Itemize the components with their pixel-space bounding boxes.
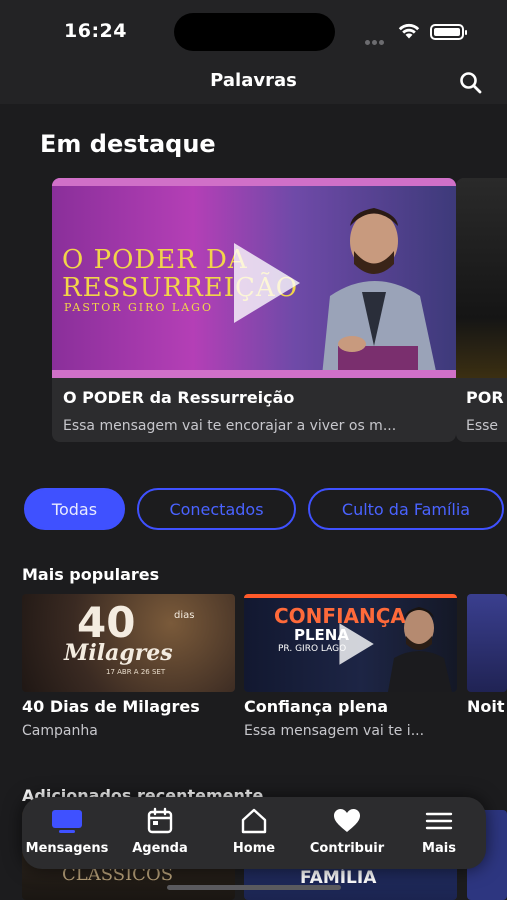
featured-card-description: Essa mensagem vai te encorajar a viver o… [63, 418, 397, 434]
popular-thumbnail: 40 dias Milagres 17 ABR A 26 SET [22, 594, 235, 692]
featured-card-description: Esse [466, 418, 499, 434]
popular-card-description: Campanha [22, 723, 98, 739]
tab-label: Home [232, 841, 276, 856]
tab-home[interactable]: Home [209, 807, 299, 863]
featured-card[interactable]: POR Esse [456, 178, 507, 442]
popular-card[interactable]: 40 dias Milagres 17 ABR A 26 SET 40 Dias… [22, 594, 235, 744]
poster-date: 17 ABR A 26 SET [106, 668, 166, 676]
tab-label: Contribuir [309, 841, 385, 856]
poster-small-text: dias [174, 610, 195, 621]
preacher-image [388, 607, 452, 692]
status-bar: 16:24 [0, 0, 507, 62]
signal-icon [365, 30, 389, 45]
search-icon[interactable] [456, 68, 486, 98]
wifi-icon [398, 23, 420, 39]
featured-thumbnail [456, 178, 507, 378]
featured-card-title: O PODER da Ressurreição [63, 388, 295, 407]
play-icon[interactable] [212, 233, 312, 333]
popular-thumbnail [467, 594, 507, 692]
tab-label: Mais [422, 841, 456, 856]
tab-contribuir[interactable]: Contribuir [302, 807, 392, 863]
status-time: 16:24 [64, 20, 127, 42]
popular-card-description: Essa mensagem vai te i... [244, 723, 425, 739]
nav-bar: Palavras [0, 62, 507, 104]
tab-mais[interactable]: Mais [394, 807, 484, 863]
play-icon[interactable] [328, 618, 380, 670]
popular-card-title: Confiança plena [244, 697, 388, 716]
popular-card-title: Noit [467, 697, 505, 716]
preacher-image [322, 208, 437, 376]
popular-section-title: Mais populares [22, 565, 160, 584]
dynamic-island [174, 13, 335, 51]
menu-icon [425, 812, 453, 830]
featured-section-title: Em destaque [40, 130, 216, 158]
battery-icon [430, 24, 467, 40]
filter-chip-todas[interactable]: Todas [24, 488, 125, 530]
tab-bar: Mensagens Agenda Home Contribuir Mais [22, 797, 486, 869]
popular-card[interactable]: CONFIANÇA PLENA PR. GIRO LAGO Confiança … [244, 594, 457, 744]
tab-agenda[interactable]: Agenda [115, 807, 205, 863]
popular-thumbnail: CONFIANÇA PLENA PR. GIRO LAGO [244, 594, 457, 692]
tv-icon [52, 810, 82, 833]
calendar-icon [147, 807, 173, 834]
tab-label: Mensagens [25, 841, 109, 856]
tab-mensagens[interactable]: Mensagens [22, 807, 112, 863]
page-title: Palavras [210, 70, 297, 91]
popular-card[interactable]: Noit [467, 594, 507, 744]
poster-subtitle: PASTOR GIRO LAGO [64, 301, 213, 314]
home-indicator[interactable] [167, 885, 341, 890]
popular-card-title: 40 Dias de Milagres [22, 697, 200, 716]
poster-word: Milagres [64, 640, 173, 666]
featured-card[interactable]: O PODER DA RESSURREIÇÃO PASTOR GIRO LAGO… [52, 178, 456, 442]
filter-chip-culto-da-familia[interactable]: Culto da Família [308, 488, 504, 530]
heart-icon [334, 809, 360, 832]
home-icon [241, 808, 267, 834]
featured-thumbnail: O PODER DA RESSURREIÇÃO PASTOR GIRO LAGO [52, 178, 456, 378]
tab-label: Agenda [132, 841, 188, 856]
featured-card-title: POR [466, 388, 504, 407]
filter-chip-conectados[interactable]: Conectados [137, 488, 296, 530]
